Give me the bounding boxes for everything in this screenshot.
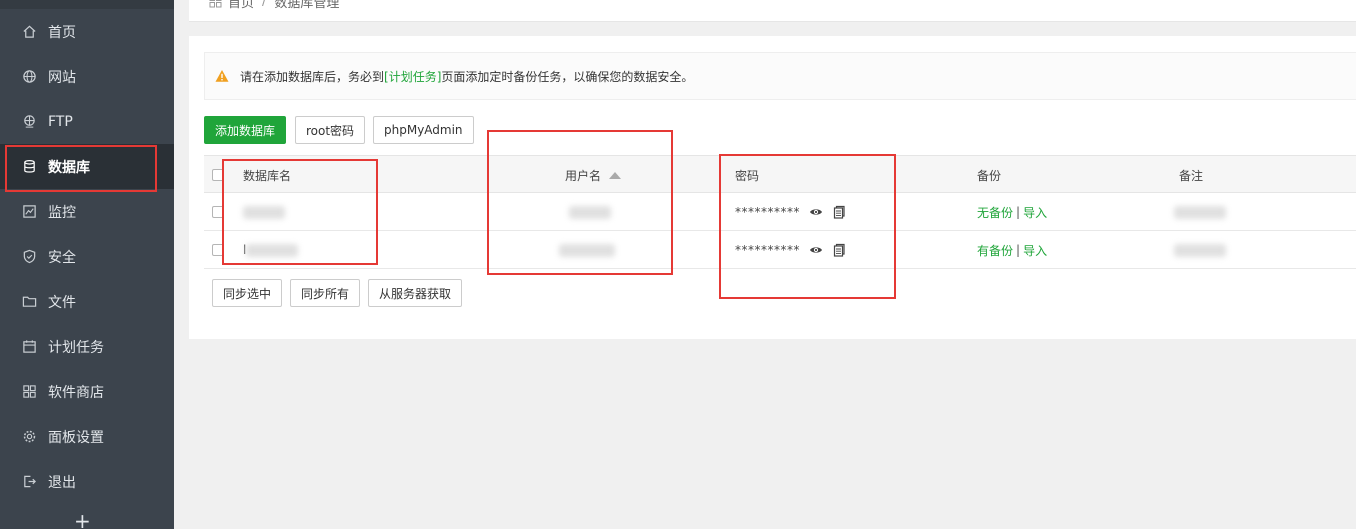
sidebar-item-security[interactable]: 安全 [0, 234, 174, 279]
col-header-password: 密码 [735, 168, 760, 183]
sidebar-top [0, 0, 174, 9]
fetch-from-server-button[interactable]: 从服务器获取 [368, 279, 463, 307]
import-link[interactable]: 导入 [1023, 204, 1047, 221]
link-separator: | [1016, 205, 1021, 219]
cron-task-link[interactable]: [计划任务] [384, 68, 441, 85]
sidebar-item-label: 监控 [48, 204, 76, 221]
copy-icon[interactable] [832, 243, 846, 257]
sidebar-item-label: 面板设置 [48, 429, 104, 446]
username-cell [569, 193, 611, 231]
warning-icon [215, 70, 229, 82]
sidebar-item-label: 首页 [48, 24, 76, 41]
backup-cell: 无备份 | 导入 [977, 193, 1047, 231]
import-link[interactable]: 导入 [1023, 242, 1047, 259]
sidebar-item-label: 数据库 [48, 159, 90, 176]
sort-asc-icon [609, 171, 622, 179]
db-name-cell[interactable] [243, 193, 285, 231]
password-mask: ********** [735, 205, 800, 219]
backup-link[interactable]: 有备份 [977, 242, 1013, 259]
sidebar: 首页 网站 FTP 数据库 监控 安全 文件 计划任务 软件商店 面板设置 退出… [0, 0, 174, 529]
row-checkbox[interactable] [212, 244, 224, 256]
grid-icon [21, 384, 37, 400]
folder-icon [21, 294, 37, 310]
main-panel: 请在添加数据库后，务必到 [计划任务] 页面添加定时备份任务，以确保您的数据安全… [189, 36, 1356, 339]
phpmyadmin-button[interactable]: phpMyAdmin [373, 116, 474, 144]
backup-cell: 有备份 | 导入 [977, 231, 1047, 269]
breadcrumb-home-icon [209, 0, 222, 8]
remark-cell[interactable] [1174, 193, 1226, 231]
breadcrumb-current: 数据库管理 [274, 0, 340, 11]
sidebar-item-home[interactable]: 首页 [0, 9, 174, 54]
sidebar-item-logout[interactable]: 退出 [0, 459, 174, 504]
password-mask: ********** [735, 243, 800, 257]
breadcrumb-bar: 首页 / 数据库管理 [189, 0, 1356, 22]
eye-icon[interactable] [809, 205, 823, 219]
row-checkbox[interactable] [212, 206, 224, 218]
database-icon [21, 159, 37, 175]
col-header-user[interactable]: 用户名 [565, 156, 622, 194]
link-separator: | [1016, 243, 1021, 257]
table-row: ********** 无备份 | 导入 [204, 193, 1356, 231]
sidebar-item-label: 文件 [48, 294, 76, 311]
sidebar-item-settings[interactable]: 面板设置 [0, 414, 174, 459]
logout-icon [21, 474, 37, 490]
sidebar-item-label: 软件商店 [48, 384, 104, 401]
sidebar-item-store[interactable]: 软件商店 [0, 369, 174, 414]
backup-notice: 请在添加数据库后，务必到 [计划任务] 页面添加定时备份任务，以确保您的数据安全… [204, 52, 1356, 100]
sidebar-item-monitor[interactable]: 监控 [0, 189, 174, 234]
root-password-button[interactable]: root密码 [295, 116, 366, 144]
ftp-icon [21, 114, 37, 130]
sidebar-item-label: 网站 [48, 69, 76, 86]
sidebar-item-files[interactable]: 文件 [0, 279, 174, 324]
sidebar-item-cron[interactable]: 计划任务 [0, 324, 174, 369]
add-icon[interactable]: + [74, 511, 91, 529]
sidebar-item-label: 退出 [48, 474, 76, 491]
eye-icon[interactable] [809, 243, 823, 257]
sidebar-item-label: FTP [48, 113, 73, 130]
add-database-button[interactable]: 添加数据库 [204, 116, 287, 144]
redacted-db-name [243, 205, 285, 219]
redacted-username [559, 243, 615, 257]
redacted-remark [1174, 243, 1226, 257]
password-cell: ********** [735, 231, 846, 269]
username-cell [559, 231, 615, 269]
breadcrumb-home[interactable]: 首页 [228, 0, 254, 11]
sidebar-item-ftp[interactable]: FTP [0, 99, 174, 144]
table-row: l ********** 有备份 | 导入 [204, 231, 1356, 269]
sync-selected-button[interactable]: 同步选中 [212, 279, 283, 307]
globe-icon [21, 69, 37, 85]
redacted-db-name [246, 243, 299, 257]
home-icon [21, 24, 37, 40]
redacted-remark [1174, 205, 1226, 219]
sidebar-item-label: 计划任务 [48, 339, 104, 356]
table-header: 数据库名 用户名 密码 备份 备注 [204, 155, 1356, 193]
shield-icon [21, 249, 37, 265]
redacted-username [569, 205, 611, 219]
col-header-user-label: 用户名 [565, 168, 602, 183]
breadcrumb: 首页 / 数据库管理 [209, 0, 339, 11]
monitor-icon [21, 204, 37, 220]
select-all-checkbox[interactable] [212, 169, 224, 181]
breadcrumb-separator: / [262, 0, 267, 9]
gear-icon [21, 429, 37, 445]
col-header-name[interactable]: 数据库名 [243, 156, 291, 194]
db-name-cell[interactable]: l [243, 231, 299, 269]
sidebar-item-website[interactable]: 网站 [0, 54, 174, 99]
col-header-remark: 备注 [1179, 168, 1204, 183]
copy-icon[interactable] [832, 205, 846, 219]
remark-cell[interactable] [1174, 231, 1226, 269]
notice-text-after: 页面添加定时备份任务，以确保您的数据安全。 [441, 69, 694, 84]
sidebar-item-database[interactable]: 数据库 [0, 144, 174, 189]
sync-all-button[interactable]: 同步所有 [290, 279, 361, 307]
notice-text-before: 请在添加数据库后，务必到 [240, 69, 385, 84]
password-cell: ********** [735, 193, 846, 231]
calendar-icon [21, 339, 37, 355]
sidebar-item-label: 安全 [48, 249, 76, 266]
col-header-backup: 备份 [977, 168, 1002, 183]
backup-link[interactable]: 无备份 [977, 204, 1013, 221]
